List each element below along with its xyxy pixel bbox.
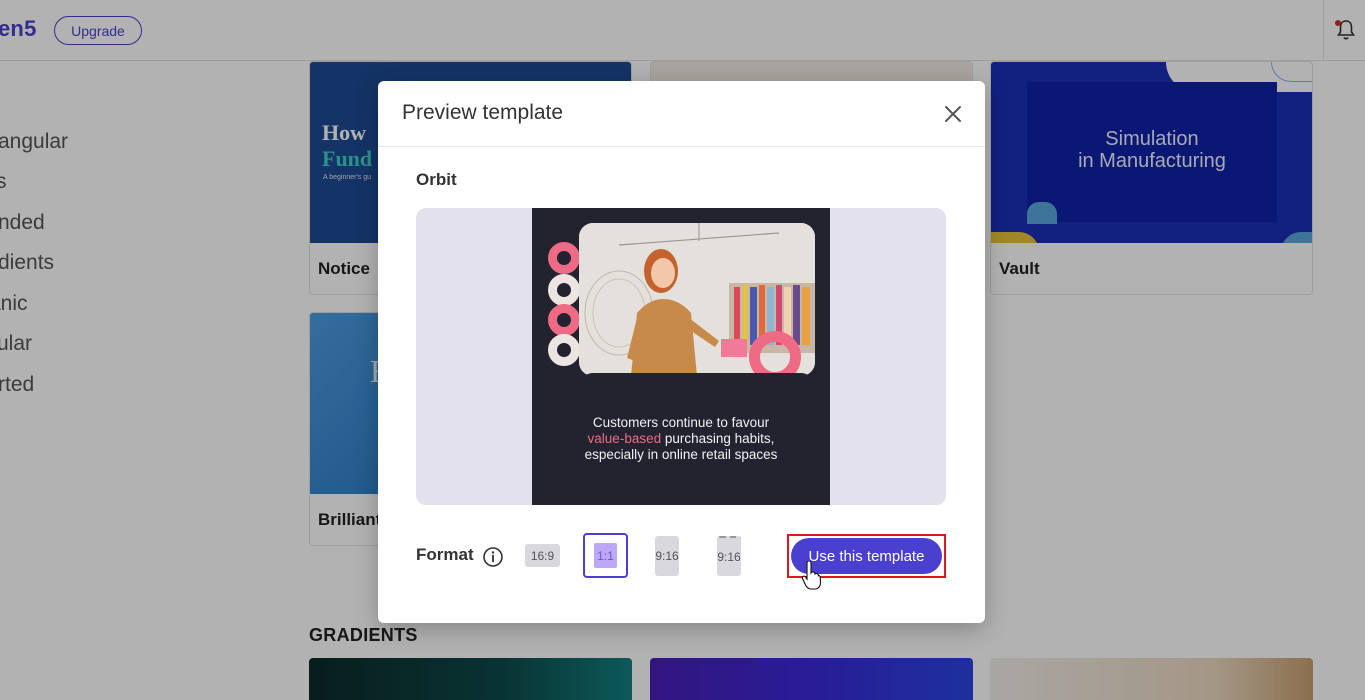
format-option-9-16-alt[interactable]: 9:16: [717, 536, 741, 576]
preview-template-modal: Preview template Orbit Customers continu…: [378, 81, 985, 623]
format-option-9-16[interactable]: 9:16: [655, 536, 679, 576]
info-icon[interactable]: [482, 546, 504, 568]
format-label: Format: [416, 545, 474, 564]
ring-decoration: [548, 334, 580, 366]
ring-decoration: [749, 331, 801, 376]
modal-header: Preview template: [378, 81, 985, 147]
caption-line: especially in online retail spaces: [584, 447, 778, 462]
caption-highlight: value-based: [587, 431, 662, 446]
slide-caption: Customers continue to favour value-based…: [532, 415, 830, 463]
template-preview: Customers continue to favour value-based…: [416, 208, 946, 505]
slide-photo: [579, 223, 815, 376]
caption-line: value-based purchasing habits,: [532, 431, 830, 447]
ring-decoration: [548, 242, 580, 274]
format-option-1-1[interactable]: 1:1: [583, 533, 628, 578]
caption-line: Customers continue to favour: [592, 415, 770, 430]
ring-decoration: [548, 304, 580, 336]
close-icon[interactable]: [940, 101, 966, 127]
ring-decoration: [548, 274, 580, 306]
format-option-1-1-label: 1:1: [594, 543, 617, 568]
caption-text: purchasing habits,: [661, 431, 775, 446]
template-name: Orbit: [416, 170, 457, 189]
modal-title: Preview template: [402, 101, 564, 124]
pointer-cursor-icon: [801, 561, 821, 590]
preview-slide: Customers continue to favour value-based…: [532, 208, 830, 505]
format-option-16-9[interactable]: 16:9: [525, 544, 560, 567]
